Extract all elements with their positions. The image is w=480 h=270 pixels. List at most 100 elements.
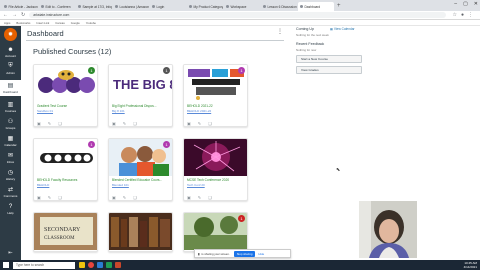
bookmark-item[interactable]: Google (71, 21, 80, 25)
url-field[interactable]: arkstate.instructure.com (29, 12, 447, 18)
course-card[interactable]: 1 Blended Certified Educator Cours... Blen… (108, 138, 173, 201)
global-nav-groups[interactable]: ⚇ Groups (0, 118, 21, 130)
browser-tab[interactable]: Dashboard (298, 2, 334, 11)
browser-tab[interactable]: Workspace (224, 2, 260, 11)
global-nav-commons[interactable]: ⇄ Commons (0, 186, 21, 198)
course-card[interactable]: THE BIG 8 1 Big Eight Professional Dispos.… (108, 64, 173, 127)
course-card[interactable] (108, 212, 173, 252)
assignments-icon[interactable]: ✎ (198, 121, 201, 126)
announcements-icon[interactable]: ▣ (112, 195, 116, 200)
global-nav-dashboard[interactable]: ▤ Dashboard (0, 80, 21, 96)
chrome-icon[interactable] (88, 262, 94, 268)
course-options-badge[interactable]: 1 (238, 215, 245, 222)
announcements-icon[interactable]: ▣ (112, 121, 116, 126)
bookmark-item[interactable]: Canvas (55, 21, 64, 25)
minimize-icon[interactable]: – (454, 1, 457, 7)
global-nav-account[interactable]: ☻ Account (0, 46, 21, 59)
course-options-badge[interactable]: 1 (238, 67, 245, 74)
discussions-icon[interactable]: ❏ (208, 121, 212, 126)
discussions-icon[interactable]: ❏ (133, 195, 137, 200)
inbox-icon: ✉ (7, 153, 14, 159)
file-explorer-icon[interactable] (79, 262, 85, 268)
announcements-icon[interactable]: ▣ (37, 195, 41, 200)
assignments-icon[interactable]: ✎ (198, 195, 201, 200)
view-calendar-link[interactable]: ▦ View Calendar (330, 27, 355, 31)
assignments-icon[interactable]: ✎ (123, 121, 126, 126)
course-options-badge[interactable]: 1 (88, 141, 95, 148)
course-name-link[interactable]: BEHOLD 2021-22 (187, 104, 247, 108)
hide-share-bar-button[interactable]: Hide (258, 252, 264, 256)
course-card[interactable]: 1 (183, 212, 248, 252)
new-tab-button[interactable]: + (337, 2, 341, 11)
announcements-icon[interactable]: ▣ (187, 195, 191, 200)
bookmark-item[interactable]: Bookmarks (16, 21, 30, 25)
close-icon[interactable]: ✕ (474, 1, 478, 7)
dashboard-options-icon[interactable]: ⋮ (277, 28, 283, 35)
browser-tab-bar: File Article - Jackson Flo Edit to - Conf… (0, 0, 480, 11)
excel-icon[interactable] (106, 262, 112, 268)
course-name-link[interactable]: Blended Certified Educator Cours... (112, 178, 172, 182)
bookmark-item[interactable]: Apps (4, 21, 10, 25)
canvas-logo-icon[interactable]: ✹ (4, 28, 17, 41)
course-card-image[interactable]: SECONDARY CLASSROOM (34, 213, 97, 250)
global-nav-admin[interactable]: ⛨ Admin (0, 63, 21, 75)
global-nav-calendar[interactable]: ▦ Calendar (0, 135, 21, 147)
assignments-icon[interactable]: ✎ (48, 195, 51, 200)
discussions-icon[interactable]: ❏ (58, 121, 62, 126)
global-nav-history[interactable]: ◷ History (0, 169, 21, 181)
global-nav-help[interactable]: ? Help (0, 203, 21, 216)
course-name-link[interactable]: Gradient Test Course (37, 104, 97, 108)
browser-tab[interactable]: Edit to - Conferen (39, 2, 75, 11)
course-card-image[interactable] (109, 213, 172, 250)
profile-icon[interactable]: ● (461, 12, 464, 18)
course-name-link[interactable]: Big Eight Professional Dispos... (112, 104, 172, 108)
view-calendar-label: View Calendar (333, 27, 355, 31)
collapse-nav-icon[interactable]: ⇤ (8, 250, 12, 256)
taskbar-search-field[interactable]: Type here to search (13, 261, 75, 269)
assignments-icon[interactable]: ✎ (123, 195, 126, 200)
webcam-overlay (359, 201, 417, 258)
star-icon[interactable]: ☆ (452, 12, 456, 18)
course-card[interactable]: 1 Gradient Test Course Sandbox 01 ▣ ✎ ❏ (33, 64, 98, 127)
discussions-icon[interactable]: ❏ (133, 121, 137, 126)
browser-tab[interactable]: Louisianna | Amazon pres (113, 2, 149, 11)
tab-list: File Article - Jackson Flo Edit to - Conf… (2, 2, 335, 11)
course-name-link[interactable]: MCSE Tech Conference 2020 (187, 178, 247, 182)
browser-tab[interactable]: Lesson 6 Discussion Posted (261, 2, 297, 11)
course-options-badge[interactable]: 1 (88, 67, 95, 74)
tab-favicon-icon (152, 5, 155, 8)
bookmark-item[interactable]: Youtube (86, 21, 96, 25)
windows-start-icon[interactable] (3, 262, 9, 268)
maximize-icon[interactable]: ▢ (463, 1, 468, 7)
view-grades-button[interactable]: View Grades (296, 66, 362, 74)
course-card[interactable]: 1 BEHOLD 2021-22 BEHOLD 2021-22 ▣ ✎ ❏ (183, 64, 248, 127)
course-card[interactable]: MCSE Tech Conference 2020 Tech Conf 20 ▣ ✎ ❏ (183, 138, 248, 201)
announcements-icon[interactable]: ▣ (37, 121, 41, 126)
browser-tab[interactable]: Login (150, 2, 186, 11)
browser-tab[interactable]: My Product Category (187, 2, 223, 11)
discussions-icon[interactable]: ❏ (208, 195, 212, 200)
course-name-link[interactable]: BEHOLD Faculty Resources (37, 178, 97, 182)
discussions-icon[interactable]: ❏ (58, 195, 62, 200)
course-card-image[interactable] (184, 139, 247, 176)
browser-tab[interactable]: File Article - Jackson Flo (2, 2, 38, 11)
bookmark-item[interactable]: Insert Link (36, 21, 49, 25)
assignments-icon[interactable]: ✎ (48, 121, 51, 126)
calendar-icon: ▦ (7, 136, 14, 142)
course-card[interactable]: SECONDARY CLASSROOM (33, 212, 98, 252)
word-icon[interactable] (97, 262, 103, 268)
browser-tab[interactable]: Sample at 17/3, Infopage (76, 2, 112, 11)
forward-icon[interactable]: → (12, 12, 17, 18)
global-nav-inbox[interactable]: ✉ Inbox (0, 152, 21, 164)
start-new-course-button[interactable]: Start a New Course (296, 55, 362, 63)
menu-icon[interactable]: ⋮ (468, 12, 473, 18)
global-nav-courses[interactable]: ▥ Courses (0, 101, 21, 113)
powerpoint-icon[interactable] (115, 262, 121, 268)
stop-sharing-button[interactable]: Stop sharing (233, 250, 256, 257)
announcements-icon[interactable]: ▣ (187, 121, 191, 126)
course-options-badge[interactable]: 1 (163, 67, 170, 74)
course-options-badge[interactable]: 1 (163, 141, 170, 148)
reload-icon[interactable]: ↻ (21, 12, 25, 18)
course-card[interactable]: 1 BEHOLD Faculty Resources BEHOLD ▣ ✎ ❏ (33, 138, 98, 201)
back-icon[interactable]: ← (3, 12, 8, 18)
